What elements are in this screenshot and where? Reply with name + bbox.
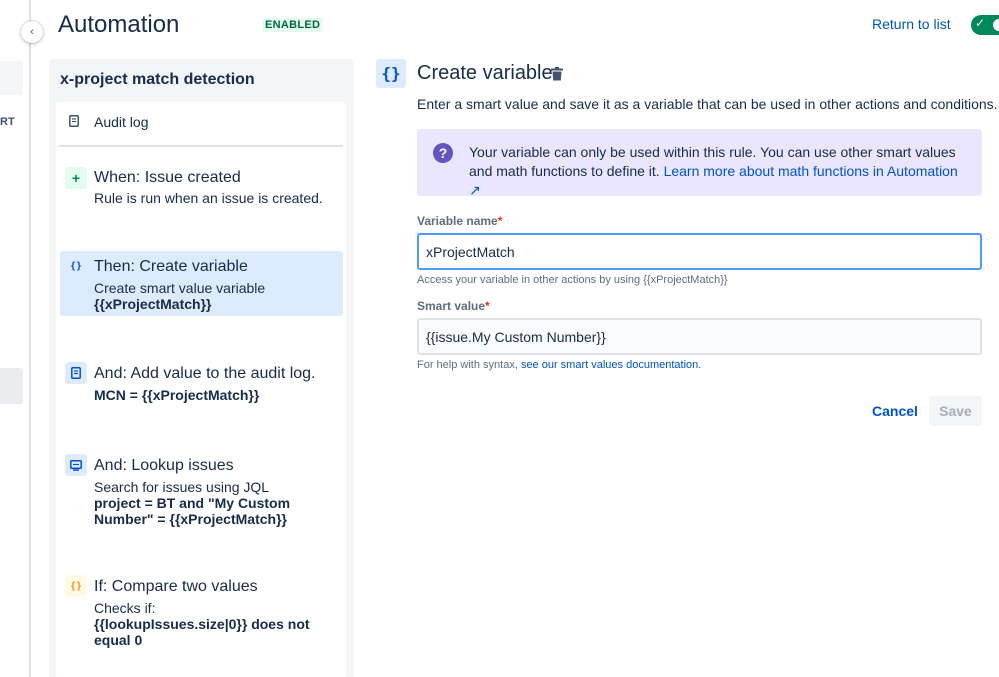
step-title: When: Issue created [94,169,241,186]
step-detail: MCN = {{xProjectMatch}} [94,387,260,403]
chevron-left-icon: ‹ [30,26,34,38]
divider [59,145,343,147]
editor-title: Create variable [417,62,553,84]
variable-name-field[interactable] [417,233,982,270]
step-description: Search for issues using JQL [94,479,270,495]
step-description: Create smart value variable [94,280,266,296]
info-text-block: Your variable can only be used within th… [469,143,969,200]
check-icon: ✓ [975,16,986,30]
rule-steps-card: Audit log + When: Issue created Rule is … [56,102,346,677]
step-description: Checks if: [94,600,156,616]
required-indicator: * [497,214,503,228]
rule-step-compare-values[interactable]: {} If: Compare two values Checks if: {{l… [60,570,343,670]
collapse-sidebar-button[interactable]: ‹ [21,21,43,43]
sidebar-item[interactable] [0,61,23,95]
smart-value-field[interactable] [417,318,982,355]
return-to-list-link[interactable]: Return to list [872,16,951,32]
condition-icon: {} [65,575,87,597]
editor-description: Enter a smart value and save it as a var… [417,96,998,112]
question-icon: ? [433,143,453,163]
smart-values-docs-link[interactable]: see our smart values documentation. [521,359,701,371]
plus-icon: + [65,167,87,189]
variable-name-helper: Access your variable in other actions by… [417,274,728,286]
document-icon [65,362,87,384]
smart-value-helper: For help with syntax, see our smart valu… [417,359,702,371]
audit-log-link[interactable]: Audit log [56,102,346,145]
status-badge: ENABLED [262,18,324,32]
page-title: Automation [58,11,180,38]
variable-icon: {} [69,260,83,272]
audit-log-label: Audit log [94,114,149,130]
audit-log-icon [69,115,79,127]
save-button[interactable]: Save [929,396,982,426]
step-title: If: Compare two values [94,578,258,595]
trash-icon[interactable] [551,67,563,81]
rule-step-trigger[interactable]: + When: Issue created Rule is run when a… [60,159,343,217]
step-detail: project = BT and "My Custom Number" = {{… [94,495,291,527]
variable-icon: {} [376,59,406,88]
step-detail: {{xProjectMatch}} [94,296,212,312]
step-title: And: Add value to the audit log. [94,365,316,382]
rule-name: x-project match detection [60,71,255,88]
sidebar-item-selected[interactable] [0,368,23,404]
cancel-button[interactable]: Cancel [866,396,924,426]
toggle-knob [993,19,999,31]
rule-panel: x-project match detection Audit log + Wh… [49,59,354,677]
variable-name-label: Variable name* [417,214,503,228]
lookup-icon [65,454,87,476]
required-indicator: * [485,299,490,313]
rule-step-lookup-issues[interactable]: And: Lookup issues Search for issues usi… [60,449,343,529]
step-description: Rule is run when an issue is created. [94,190,323,206]
rule-step-audit-log[interactable]: And: Add value to the audit log. MCN = {… [60,357,343,407]
step-detail: {{lookupIssues.size|0}} does not equal 0 [94,616,310,648]
step-title: Then: Create variable [94,258,248,275]
step-title: And: Lookup issues [94,457,234,474]
rule-enabled-toggle[interactable]: ✓ [971,15,999,35]
info-message: ? Your variable can only be used within … [417,129,982,198]
navigation-sidebar: RT [0,0,31,677]
rule-step-create-variable[interactable]: {} Then: Create variable Create smart va… [60,251,343,316]
sidebar-partial-label: RT [0,116,15,128]
smart-value-label: Smart value* [417,299,490,313]
